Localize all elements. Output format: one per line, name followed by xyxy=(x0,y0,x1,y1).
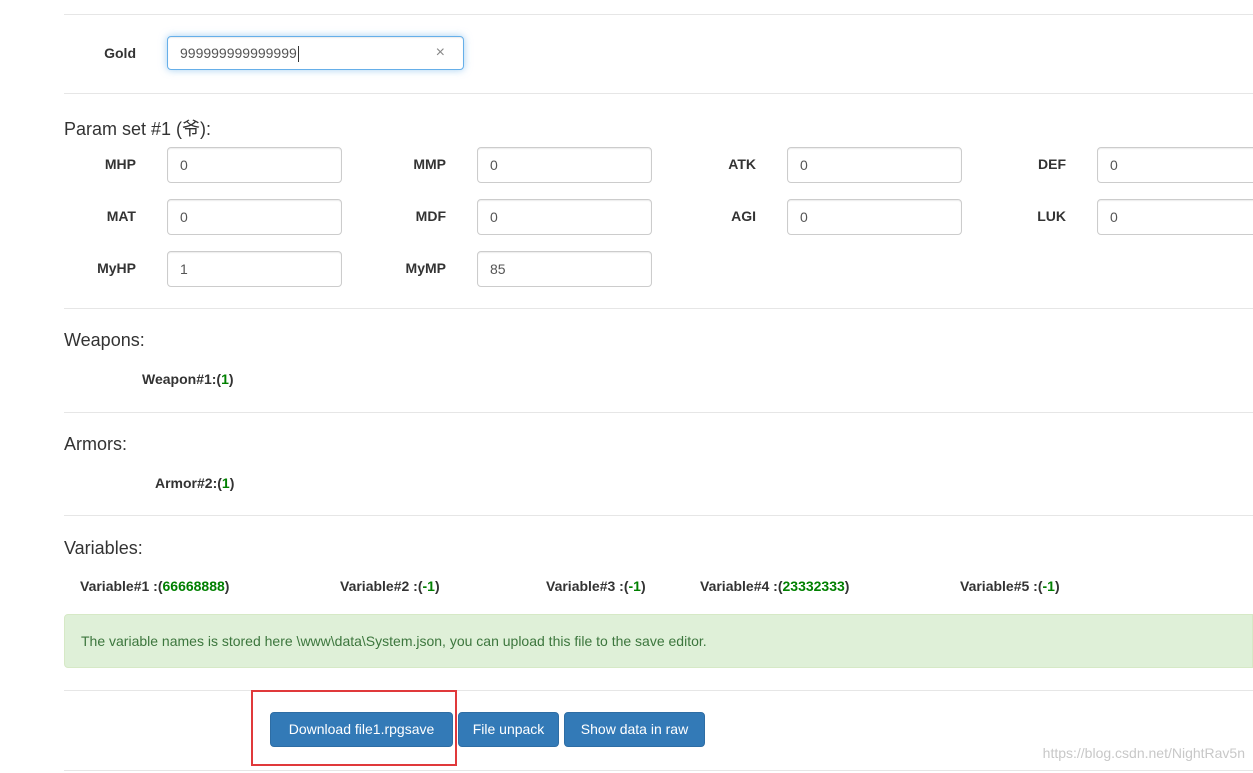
divider xyxy=(64,93,1253,94)
gold-label: Gold xyxy=(104,45,136,61)
variable-close: ) xyxy=(434,578,440,594)
variable-item: Variable#2 :(-1) xyxy=(340,578,440,594)
variable-value: -1 xyxy=(422,578,435,594)
gold-input[interactable]: 999999999999999 × xyxy=(167,36,464,70)
info-alert: The variable names is stored here \www\d… xyxy=(64,614,1253,668)
def-label: DEF xyxy=(1038,156,1066,172)
mymp-input[interactable]: 85 xyxy=(477,251,652,287)
armor-close: ) xyxy=(229,475,235,491)
variable-value: 66668888 xyxy=(162,578,225,594)
show-raw-button[interactable]: Show data in raw xyxy=(564,712,705,747)
variable-item: Variable#5 :(-1) xyxy=(960,578,1060,594)
divider xyxy=(64,770,1253,771)
variable-item: Variable#1 :(66668888) xyxy=(80,578,229,594)
variable-close: ) xyxy=(844,578,850,594)
agi-input[interactable]: 0 xyxy=(787,199,962,235)
variable-close: ) xyxy=(224,578,230,594)
divider xyxy=(64,515,1253,516)
atk-label: ATK xyxy=(728,156,756,172)
weapon-close: ) xyxy=(228,371,234,387)
param-set-title: Param set #1 (爷): xyxy=(64,119,212,139)
divider xyxy=(64,308,1253,309)
variable-close: ) xyxy=(640,578,646,594)
variable-name: Variable#3 :( xyxy=(546,578,629,594)
file-unpack-button[interactable]: File unpack xyxy=(458,712,559,747)
mmp-label: MMP xyxy=(413,156,446,172)
mmp-input[interactable]: 0 xyxy=(477,147,652,183)
variable-value: -1 xyxy=(1042,578,1055,594)
myhp-input[interactable]: 1 xyxy=(167,251,342,287)
variable-item: Variable#4 :(23332333) xyxy=(700,578,849,594)
mymp-label: MyMP xyxy=(405,260,446,276)
mhp-label: MHP xyxy=(104,156,136,172)
weapon-item: Weapon#1:(1) xyxy=(142,371,234,387)
mdf-label: MDF xyxy=(415,208,446,224)
atk-input[interactable]: 0 xyxy=(787,147,962,183)
weapons-title: Weapons: xyxy=(64,330,145,350)
weapon-count: 1 xyxy=(221,371,229,387)
divider xyxy=(64,690,1253,691)
variable-value: -1 xyxy=(628,578,641,594)
variable-name: Variable#1 :( xyxy=(80,578,163,594)
variable-item: Variable#3 :(-1) xyxy=(546,578,646,594)
myhp-label: MyHP xyxy=(97,260,136,276)
divider xyxy=(64,412,1253,413)
text-caret xyxy=(297,46,299,63)
variable-close: ) xyxy=(1054,578,1060,594)
mat-label: MAT xyxy=(106,208,136,224)
variable-name: Variable#2 :( xyxy=(340,578,423,594)
info-text: The variable names is stored here \www\d… xyxy=(81,633,707,649)
mhp-input[interactable]: 0 xyxy=(167,147,342,183)
variable-value: 23332333 xyxy=(782,578,845,594)
watermark-text: https://blog.csdn.net/NightRav5n xyxy=(1042,745,1245,761)
agi-label: AGI xyxy=(731,208,756,224)
variable-name: Variable#5 :( xyxy=(960,578,1043,594)
gold-value: 999999999999999 xyxy=(180,45,297,61)
clear-icon[interactable]: × xyxy=(436,37,445,69)
highlight-box xyxy=(251,690,457,766)
armor-name: Armor#2:( xyxy=(155,475,222,491)
armor-item: Armor#2:(1) xyxy=(155,475,234,491)
luk-input[interactable]: 0 xyxy=(1097,199,1253,235)
variable-name: Variable#4 :( xyxy=(700,578,783,594)
mdf-input[interactable]: 0 xyxy=(477,199,652,235)
mat-input[interactable]: 0 xyxy=(167,199,342,235)
armor-count: 1 xyxy=(221,475,230,491)
def-input[interactable]: 0 xyxy=(1097,147,1253,183)
weapon-name: Weapon#1:( xyxy=(142,371,222,387)
divider xyxy=(64,14,1253,15)
armors-title: Armors: xyxy=(64,434,127,454)
variables-title: Variables: xyxy=(64,538,143,558)
luk-label: LUK xyxy=(1037,208,1066,224)
